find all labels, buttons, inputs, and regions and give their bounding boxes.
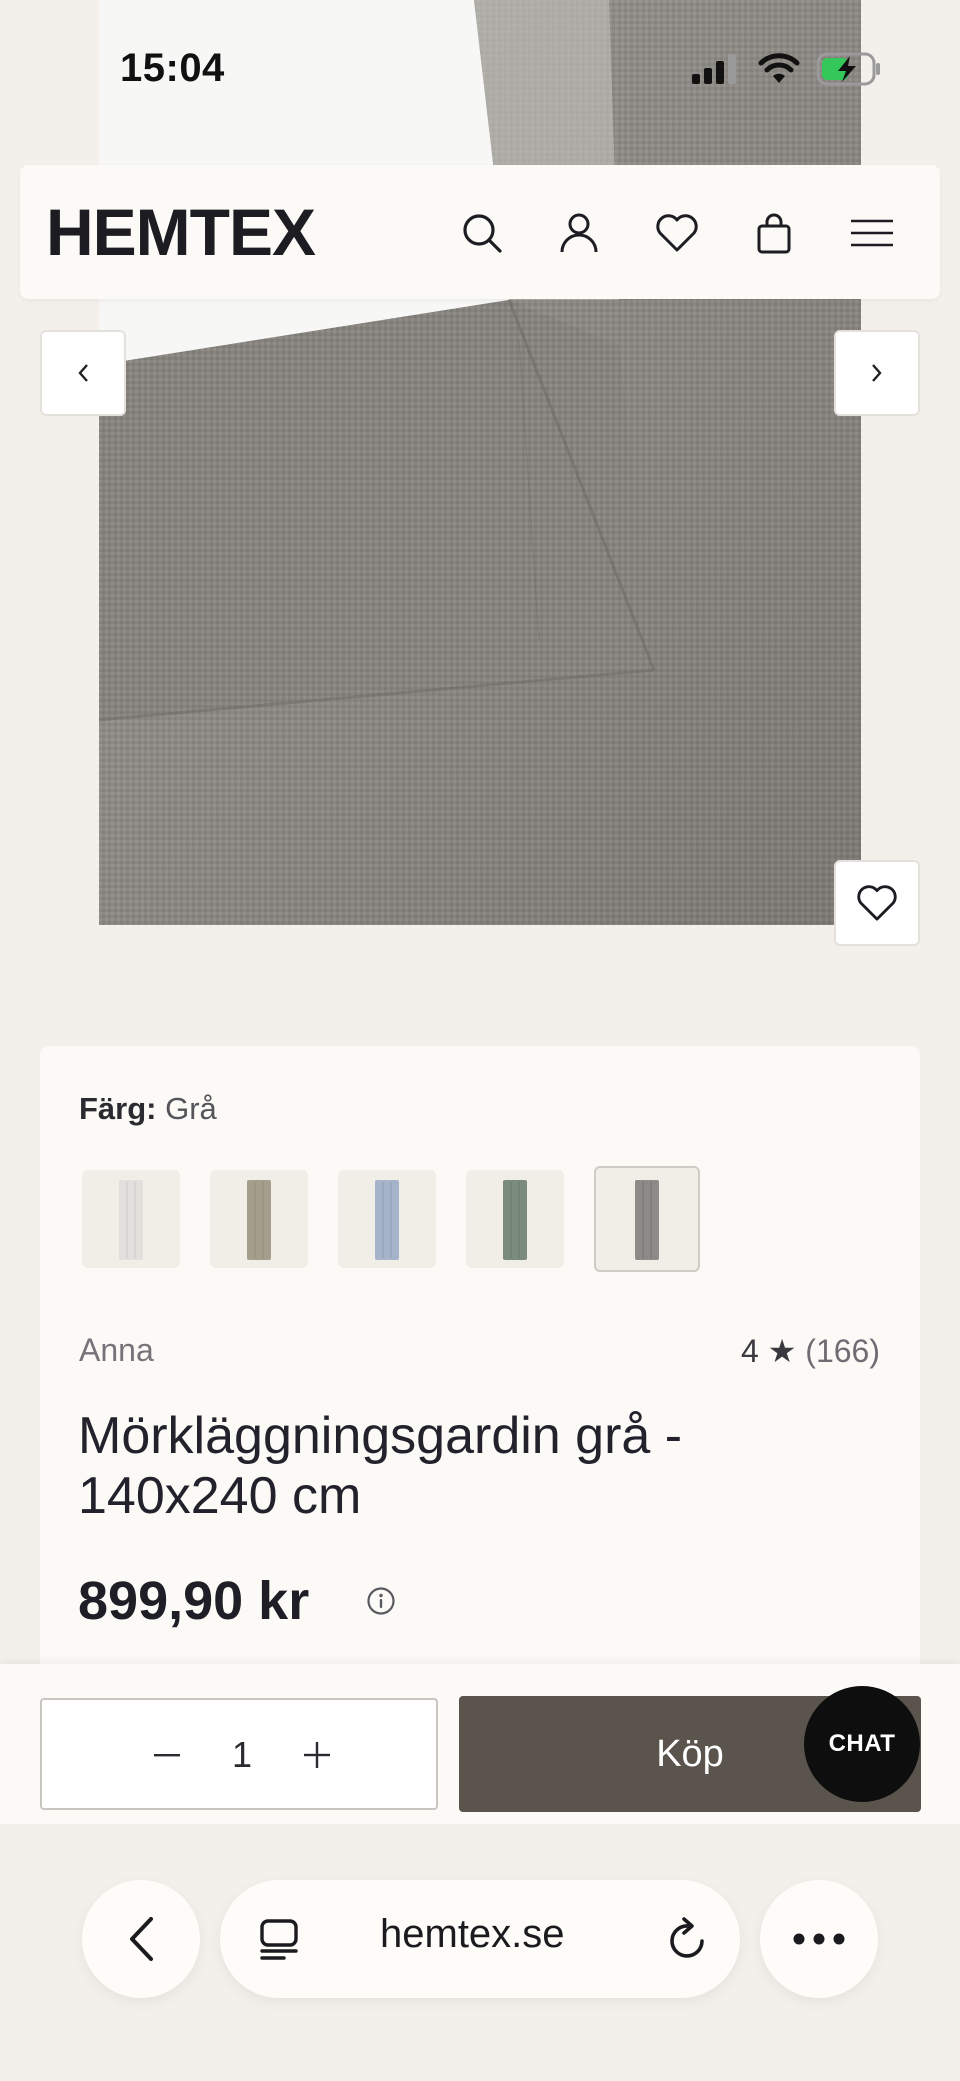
product-price: 899,90 kr bbox=[78, 1571, 310, 1631]
product-brand[interactable]: Anna bbox=[79, 1332, 154, 1369]
color-swatch-green[interactable] bbox=[466, 1170, 564, 1268]
quantity-value[interactable]: 1 bbox=[232, 1734, 252, 1776]
price-info-icon[interactable] bbox=[366, 1586, 396, 1616]
color-value: Grå bbox=[165, 1091, 217, 1126]
menu-icon[interactable] bbox=[842, 205, 902, 261]
chevron-right-icon bbox=[872, 364, 882, 382]
heart-icon bbox=[857, 885, 897, 921]
account-icon[interactable] bbox=[551, 205, 607, 261]
address-bar[interactable]: hemtex.se bbox=[220, 1880, 740, 1998]
minus-icon bbox=[154, 1754, 180, 1757]
product-rating[interactable]: 4 ★ (166) bbox=[741, 1332, 880, 1370]
plus-icon bbox=[304, 1742, 330, 1768]
hemtex-logo[interactable]: HEMTEX bbox=[46, 199, 316, 265]
color-swatch-blue[interactable] bbox=[338, 1170, 436, 1268]
browser-toolbar: hemtex.se bbox=[0, 1824, 960, 2081]
color-swatches bbox=[82, 1166, 700, 1272]
color-swatch-beige[interactable] bbox=[210, 1170, 308, 1268]
gallery-next-button[interactable] bbox=[834, 330, 920, 416]
product-image[interactable] bbox=[99, 0, 861, 925]
reload-icon[interactable] bbox=[666, 1916, 710, 1962]
site-header: HEMTEX bbox=[20, 165, 940, 299]
increase-quantity-button[interactable] bbox=[292, 1730, 342, 1780]
back-arrow-icon bbox=[130, 1917, 153, 1961]
search-icon[interactable] bbox=[454, 205, 510, 261]
curtain-fabric-image bbox=[99, 0, 861, 925]
url-text[interactable]: hemtex.se bbox=[380, 1912, 565, 1957]
color-label: Färg: bbox=[79, 1091, 157, 1126]
color-swatch-white[interactable] bbox=[82, 1170, 180, 1268]
product-info-card: Färg: Grå Anna 4 ★ (166) Mörkläggningsga… bbox=[40, 1046, 920, 1726]
product-title: Mörkläggningsgardin grå - 140x240 cm bbox=[78, 1407, 683, 1525]
browser-more-button[interactable] bbox=[760, 1880, 878, 1998]
shopping-bag-icon[interactable] bbox=[746, 205, 802, 261]
more-dots-icon bbox=[793, 1933, 845, 1945]
chat-button[interactable]: CHAT bbox=[804, 1686, 920, 1802]
browser-back-button[interactable] bbox=[82, 1880, 200, 1998]
color-selector-label: Färg: Grå bbox=[79, 1091, 217, 1127]
tab-overview-icon[interactable] bbox=[258, 1918, 300, 1960]
rating-count: (166) bbox=[805, 1333, 880, 1369]
gallery-prev-button[interactable] bbox=[40, 330, 126, 416]
quantity-stepper: 1 bbox=[40, 1698, 438, 1810]
chevron-left-icon bbox=[78, 364, 88, 382]
rating-value: 4 ★ bbox=[741, 1333, 797, 1369]
add-to-favorites-button[interactable] bbox=[834, 860, 920, 946]
wishlist-heart-icon[interactable] bbox=[649, 205, 705, 261]
color-swatch-grey-selected[interactable] bbox=[594, 1166, 700, 1272]
decrease-quantity-button[interactable] bbox=[142, 1730, 192, 1780]
